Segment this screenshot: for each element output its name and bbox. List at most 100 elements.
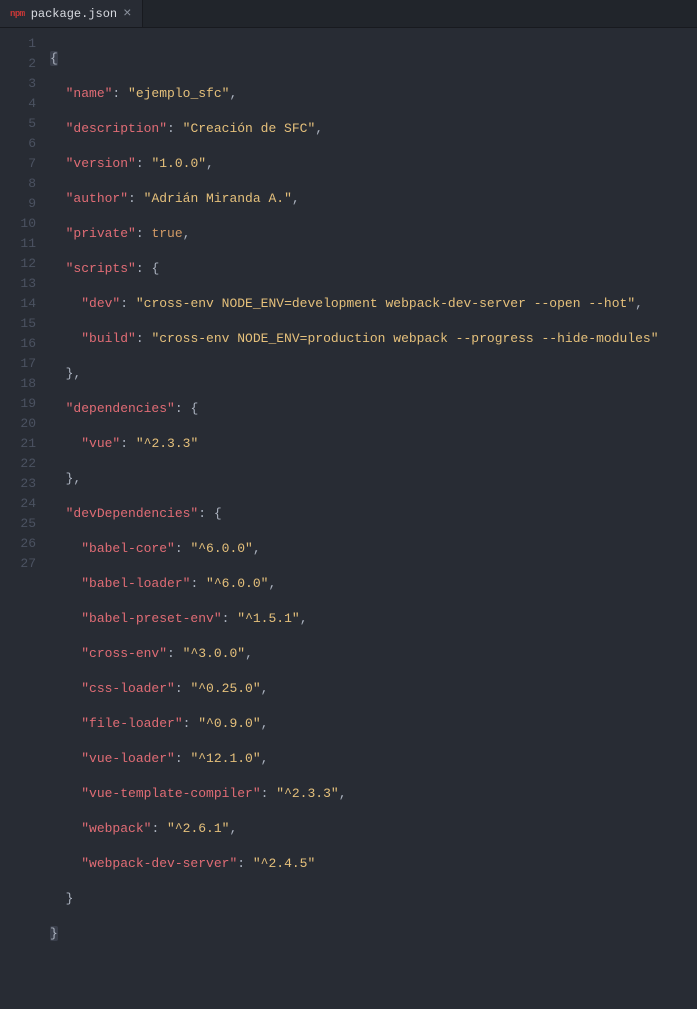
json-key: "vue-template-compiler" bbox=[81, 786, 260, 801]
json-key: "dependencies" bbox=[66, 401, 175, 416]
comma: , bbox=[292, 191, 300, 206]
code-line: "webpack-dev-server": "^2.4.5" bbox=[50, 854, 697, 874]
code-line: "build": "cross-env NODE_ENV=production … bbox=[50, 329, 697, 349]
line-number: 23 bbox=[0, 474, 36, 494]
json-value: "1.0.0" bbox=[151, 156, 206, 171]
code-line: "webpack": "^2.6.1", bbox=[50, 819, 697, 839]
json-key: "name" bbox=[66, 86, 113, 101]
colon: : bbox=[136, 261, 152, 276]
comma: , bbox=[261, 751, 269, 766]
code-line: "devDependencies": { bbox=[50, 504, 697, 524]
json-key: "css-loader" bbox=[81, 681, 175, 696]
code-line: "scripts": { bbox=[50, 259, 697, 279]
code-editor[interactable]: 1 2 3 4 5 6 7 8 9 10 11 12 13 14 15 16 1… bbox=[0, 28, 697, 574]
json-value: "cross-env NODE_ENV=production webpack -… bbox=[151, 331, 658, 346]
comma: , bbox=[339, 786, 347, 801]
code-line: "cross-env": "^3.0.0", bbox=[50, 644, 697, 664]
colon: : bbox=[175, 751, 191, 766]
line-number: 18 bbox=[0, 374, 36, 394]
colon: : bbox=[167, 121, 183, 136]
json-value: "^6.0.0" bbox=[190, 541, 252, 556]
comma: , bbox=[206, 156, 214, 171]
json-value: "^12.1.0" bbox=[190, 751, 260, 766]
comma: , bbox=[315, 121, 323, 136]
code-line: }, bbox=[50, 469, 697, 489]
json-key: "webpack-dev-server" bbox=[81, 856, 237, 871]
json-key: "cross-env" bbox=[81, 646, 167, 661]
comma: , bbox=[300, 611, 308, 626]
line-number: 4 bbox=[0, 94, 36, 114]
npm-icon: npm bbox=[10, 9, 25, 19]
json-key: "devDependencies" bbox=[66, 506, 199, 521]
colon: : bbox=[112, 86, 128, 101]
code-line: "version": "1.0.0", bbox=[50, 154, 697, 174]
colon: : bbox=[183, 716, 199, 731]
brace-open: { bbox=[50, 51, 58, 66]
code-line: "vue-loader": "^12.1.0", bbox=[50, 749, 697, 769]
json-key: "author" bbox=[66, 191, 128, 206]
json-value: "cross-env NODE_ENV=development webpack-… bbox=[136, 296, 635, 311]
line-number: 15 bbox=[0, 314, 36, 334]
json-key: "babel-core" bbox=[81, 541, 175, 556]
line-number: 7 bbox=[0, 154, 36, 174]
colon: : bbox=[175, 541, 191, 556]
line-number: 19 bbox=[0, 394, 36, 414]
comma: , bbox=[253, 541, 261, 556]
colon: : bbox=[136, 331, 152, 346]
colon: : bbox=[128, 191, 144, 206]
json-value: "^6.0.0" bbox=[206, 576, 268, 591]
colon: : bbox=[237, 856, 253, 871]
code-line: "author": "Adrián Miranda A.", bbox=[50, 189, 697, 209]
line-number: 25 bbox=[0, 514, 36, 534]
line-number: 24 bbox=[0, 494, 36, 514]
json-value: "^0.25.0" bbox=[190, 681, 260, 696]
comma: , bbox=[183, 226, 191, 241]
brace-open: { bbox=[151, 261, 159, 276]
colon: : bbox=[175, 681, 191, 696]
colon: : bbox=[120, 436, 136, 451]
code-line: "file-loader": "^0.9.0", bbox=[50, 714, 697, 734]
code-line: } bbox=[50, 889, 697, 909]
code-line: "babel-preset-env": "^1.5.1", bbox=[50, 609, 697, 629]
line-number: 17 bbox=[0, 354, 36, 374]
line-number: 13 bbox=[0, 274, 36, 294]
code-line: "description": "Creación de SFC", bbox=[50, 119, 697, 139]
line-number: 21 bbox=[0, 434, 36, 454]
line-number: 20 bbox=[0, 414, 36, 434]
line-number: 22 bbox=[0, 454, 36, 474]
comma: , bbox=[261, 716, 269, 731]
comma: , bbox=[229, 821, 237, 836]
json-key: "version" bbox=[66, 156, 136, 171]
comma: , bbox=[73, 366, 81, 381]
brace-close: } bbox=[50, 926, 58, 941]
close-icon[interactable]: × bbox=[123, 7, 131, 21]
comma: , bbox=[635, 296, 643, 311]
colon: : bbox=[261, 786, 277, 801]
line-number: 14 bbox=[0, 294, 36, 314]
code-line: "private": true, bbox=[50, 224, 697, 244]
brace-open: { bbox=[190, 401, 198, 416]
json-value: "Creación de SFC" bbox=[183, 121, 316, 136]
json-value: "Adrián Miranda A." bbox=[144, 191, 292, 206]
json-key: "vue-loader" bbox=[81, 751, 175, 766]
line-number: 10 bbox=[0, 214, 36, 234]
code-line: "css-loader": "^0.25.0", bbox=[50, 679, 697, 699]
line-number: 5 bbox=[0, 114, 36, 134]
code-area[interactable]: { "name": "ejemplo_sfc", "description": … bbox=[50, 28, 697, 574]
line-number: 2 bbox=[0, 54, 36, 74]
comma: , bbox=[73, 471, 81, 486]
comma: , bbox=[245, 646, 253, 661]
code-line bbox=[50, 959, 697, 979]
json-key: "private" bbox=[66, 226, 136, 241]
json-value: "ejemplo_sfc" bbox=[128, 86, 229, 101]
line-number: 12 bbox=[0, 254, 36, 274]
json-key: "dev" bbox=[81, 296, 120, 311]
brace-close: } bbox=[66, 891, 74, 906]
line-number: 27 bbox=[0, 554, 36, 574]
tab-package-json[interactable]: npm package.json × bbox=[0, 0, 143, 27]
json-value: "^0.9.0" bbox=[198, 716, 260, 731]
json-value: "^2.3.3" bbox=[136, 436, 198, 451]
colon: : bbox=[190, 576, 206, 591]
line-number: 8 bbox=[0, 174, 36, 194]
code-line: "vue": "^2.3.3" bbox=[50, 434, 697, 454]
